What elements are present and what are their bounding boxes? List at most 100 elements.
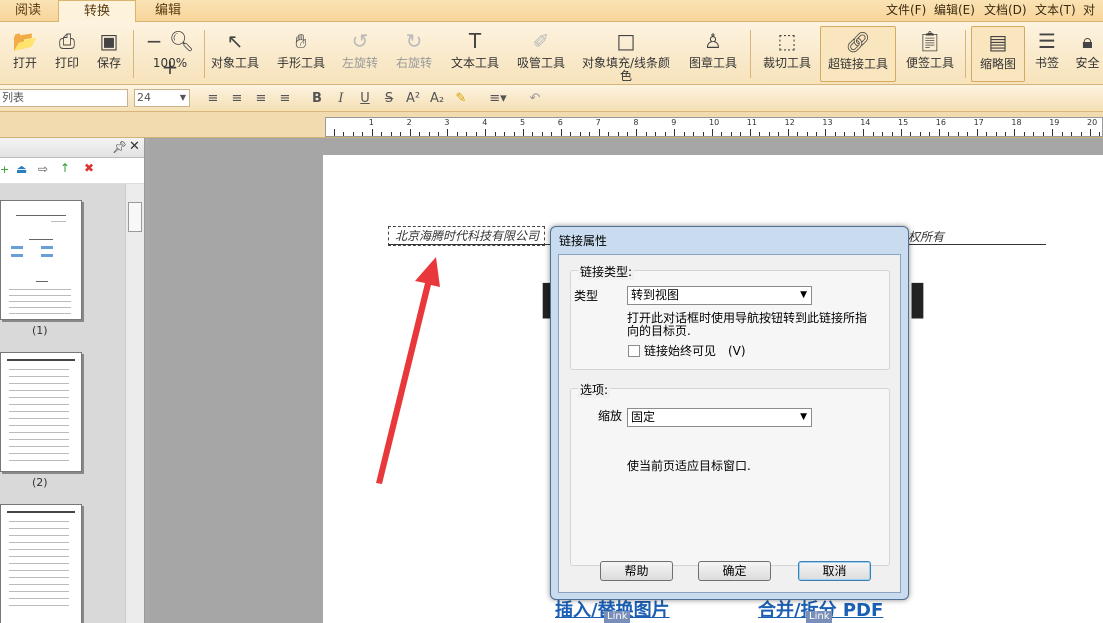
ruler-tick xyxy=(1023,132,1025,136)
ruler-number: 9 xyxy=(671,118,677,127)
export-page-icon[interactable]: ⇨ xyxy=(38,162,48,176)
align-justify-icon[interactable]: ≡ xyxy=(276,90,294,107)
print-button[interactable]: ⎙ 打印 xyxy=(50,26,84,82)
undo-arrow-icon[interactable]: ↶ xyxy=(526,90,544,107)
font-name-select[interactable]: 列表 xyxy=(0,89,128,107)
bold-icon[interactable]: B xyxy=(308,90,326,107)
menu-edit[interactable]: 编辑(E) xyxy=(934,0,975,22)
delete-page-icon[interactable]: ✖ xyxy=(84,161,94,175)
chevron-down-icon: ▼ xyxy=(800,290,807,300)
rotate-right-button[interactable]: ↻ 右旋转 xyxy=(394,26,434,82)
pin-icon[interactable]: 📌︎ xyxy=(112,140,127,154)
cancel-button[interactable]: 取消 xyxy=(798,561,871,581)
ruler-tick xyxy=(834,132,836,136)
align-center-icon[interactable]: ≡ xyxy=(228,90,246,107)
text-tool-button[interactable]: T 文本工具 xyxy=(448,26,502,82)
ok-button[interactable]: 确定 xyxy=(698,561,771,581)
fill-color-button[interactable]: □ 对象填充/线条颜 色 xyxy=(578,26,674,83)
ruler-tick xyxy=(334,129,335,136)
ruler-tick xyxy=(702,132,704,136)
thumbnail-scrollbar[interactable] xyxy=(125,184,144,623)
ruler-tick xyxy=(759,132,761,136)
ruler-tick xyxy=(589,132,591,136)
open-button[interactable]: 📂 打开 xyxy=(8,26,42,82)
hand-tool-button[interactable]: ✋︎ 手形工具 xyxy=(274,26,328,82)
ribbon-separator xyxy=(204,30,205,78)
crop-tool-button[interactable]: ⬚ 裁切工具 xyxy=(760,26,814,82)
ruler-tick xyxy=(863,129,865,136)
thumbnail-view-button[interactable]: ▤ 缩略图 xyxy=(971,26,1025,82)
ruler-tick xyxy=(1080,132,1082,136)
ruler-tick xyxy=(778,132,780,136)
hyperlink-tool-button[interactable]: 🔗︎ 超链接工具 xyxy=(820,26,896,82)
page-thumbnail-3[interactable] xyxy=(0,504,82,623)
sticky-note-icon: 📋︎ xyxy=(917,29,943,53)
ruler-tick xyxy=(532,132,534,136)
ruler-number: 3 xyxy=(444,118,450,127)
subscript-icon[interactable]: A₂ xyxy=(428,90,446,107)
underline-icon[interactable]: U xyxy=(356,90,374,107)
help-button[interactable]: 帮助 xyxy=(600,561,673,581)
align-left-icon[interactable]: ≡ xyxy=(204,90,222,107)
menu-document[interactable]: 文档(D) xyxy=(984,0,1027,22)
ruler-number: 19 xyxy=(1049,118,1060,127)
ruler-tick xyxy=(797,132,799,136)
ruler-tick xyxy=(995,132,997,136)
stamp-tool-button[interactable]: ♙ 图章工具 xyxy=(686,26,740,82)
chevron-down-icon: ▼ xyxy=(800,412,807,422)
ruler-number: 17 xyxy=(973,118,984,127)
page-thumbnail-1[interactable] xyxy=(0,200,82,320)
object-tool-button[interactable]: ↖ 对象工具 xyxy=(208,26,262,82)
save-button[interactable]: ▣ 保存 xyxy=(92,26,126,82)
rotate-left-button[interactable]: ↺ 左旋转 xyxy=(340,26,380,82)
ruler-tick xyxy=(749,129,751,136)
zoom-control[interactable]: − 🔍︎ + 100% xyxy=(138,26,202,82)
square-outline-icon: □ xyxy=(616,29,636,53)
scrollbar-thumb[interactable] xyxy=(128,202,142,232)
superscript-icon[interactable]: A² xyxy=(404,90,422,107)
link-type-group-label: 链接类型: xyxy=(578,263,635,280)
extract-page-icon[interactable]: ⏏ xyxy=(16,162,27,176)
ruler-tick xyxy=(570,132,572,136)
menu-object[interactable]: 对象 xyxy=(1083,0,1103,37)
zoom-select[interactable]: 固定 ▼ xyxy=(627,408,812,427)
italic-icon[interactable]: I xyxy=(332,90,350,107)
ruler-tick xyxy=(645,132,647,136)
link-type-select[interactable]: 转到视图 ▼ xyxy=(627,286,812,305)
ruler-tick xyxy=(541,132,543,136)
align-right-icon[interactable]: ≡ xyxy=(252,90,270,107)
selected-hyperlink-area[interactable]: 北京海腾时代科技有限公司 xyxy=(388,226,545,246)
link-type-hint: 向的目标页. xyxy=(627,324,691,338)
security-button[interactable]: 🔒︎ 安全 xyxy=(1072,26,1103,82)
ruler-tick xyxy=(664,132,666,136)
tab-edit[interactable]: 编辑 xyxy=(138,0,198,22)
ribbon-separator xyxy=(133,30,134,78)
ruler-tick xyxy=(1099,132,1101,136)
ruler-tick xyxy=(400,132,402,136)
rotate-right-icon: ↻ xyxy=(405,29,423,53)
note-tool-button[interactable]: 📋︎ 便签工具 xyxy=(902,26,958,82)
highlighter-icon[interactable]: ✎ xyxy=(452,90,470,107)
close-icon[interactable]: ✕ xyxy=(129,139,140,154)
tab-read[interactable]: 阅读 xyxy=(0,0,56,22)
menu-text[interactable]: 文本(T) xyxy=(1035,0,1076,22)
ruler-number: 1 xyxy=(368,118,374,127)
ruler-tick xyxy=(1014,129,1016,136)
insert-page-icon[interactable]: + xyxy=(0,163,9,176)
menu-file[interactable]: 文件(F) xyxy=(886,0,926,22)
page-thumbnail-2[interactable] xyxy=(0,352,82,472)
tab-convert[interactable]: 转换 xyxy=(58,0,136,23)
eyedropper-button[interactable]: ✐ 吸管工具 xyxy=(514,26,568,82)
link-chain-icon: 🔗︎ xyxy=(845,30,871,54)
move-page-icon[interactable]: ↑ xyxy=(60,161,70,175)
ruler-tick xyxy=(504,132,506,136)
always-visible-label[interactable]: 链接始终可见 (V) xyxy=(644,345,746,358)
strikethrough-icon[interactable]: S xyxy=(380,90,398,107)
ruler-tick xyxy=(938,129,940,136)
bookmark-button[interactable]: ☰ 书签 xyxy=(1030,26,1064,82)
font-size-select[interactable]: 24 ▼ xyxy=(134,89,190,107)
always-visible-checkbox[interactable] xyxy=(628,345,640,357)
ruler-tick xyxy=(513,132,515,136)
ruler-tick xyxy=(598,129,600,136)
line-spacing-icon[interactable]: ≡▾ xyxy=(484,90,512,107)
